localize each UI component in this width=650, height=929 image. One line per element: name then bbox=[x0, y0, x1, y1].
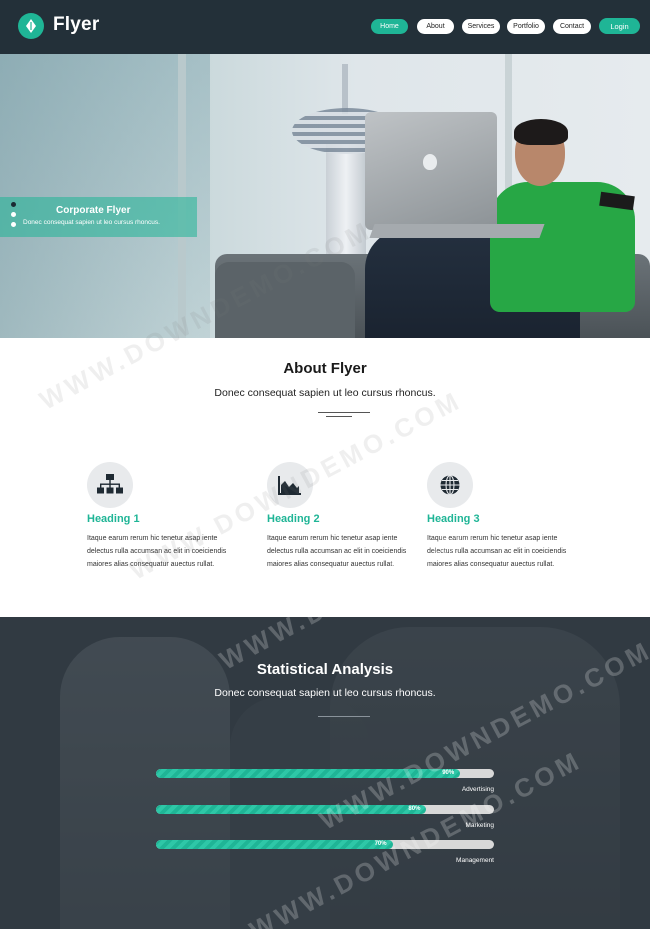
slide-dot-2[interactable] bbox=[11, 212, 16, 217]
progress-fill bbox=[156, 840, 393, 849]
nav-item-contact[interactable]: Contact bbox=[553, 19, 591, 34]
hero-banner-image bbox=[0, 54, 650, 338]
brand-name[interactable]: Flyer bbox=[53, 14, 99, 36]
login-button[interactable]: Login bbox=[599, 18, 640, 34]
person-hair bbox=[514, 119, 568, 145]
laptop-base bbox=[369, 224, 545, 238]
hero-title: Corporate Flyer bbox=[56, 205, 131, 216]
slide-dot-1[interactable] bbox=[11, 202, 16, 207]
nav-item-about[interactable]: About bbox=[417, 19, 454, 34]
laptop bbox=[365, 112, 497, 230]
hero-window-frame bbox=[178, 54, 186, 338]
globe-icon bbox=[427, 462, 473, 508]
sitemap-icon bbox=[87, 462, 133, 508]
leaf-drop-icon[interactable] bbox=[18, 13, 44, 39]
stats-title: Statistical Analysis bbox=[256, 661, 394, 678]
progress-fill bbox=[156, 805, 427, 814]
hero-caption-box bbox=[0, 197, 197, 237]
nav-item-services[interactable]: Services bbox=[462, 19, 500, 34]
tower-antenna bbox=[342, 64, 348, 114]
hero-subtitle: Donec consequat sapien ut leo cursus rho… bbox=[23, 219, 160, 226]
nav-item-home[interactable]: Home bbox=[371, 19, 408, 34]
divider bbox=[318, 412, 370, 413]
feature-heading-1: Heading 1 bbox=[87, 513, 140, 525]
feature-heading-2: Heading 2 bbox=[267, 513, 320, 525]
nav-item-portfolio[interactable]: Portfolio bbox=[507, 19, 545, 34]
divider bbox=[326, 416, 352, 417]
apple-logo-icon bbox=[423, 154, 437, 170]
progress-percent: 80% bbox=[408, 806, 421, 812]
divider bbox=[318, 716, 370, 717]
navbar: Flyer Home About Services Portfolio Cont… bbox=[0, 0, 650, 54]
slide-dot-3[interactable] bbox=[11, 222, 16, 227]
